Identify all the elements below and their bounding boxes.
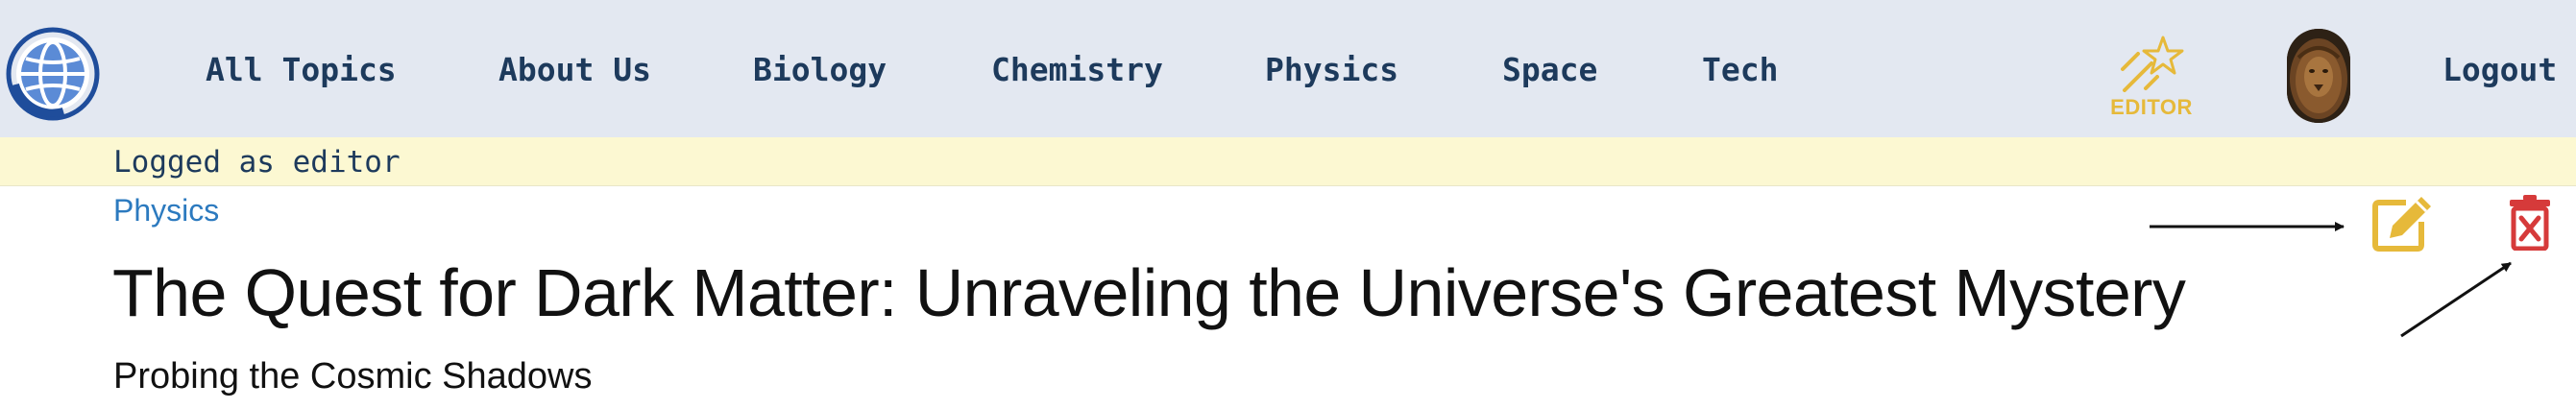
editor-badge[interactable]: EDITOR <box>2105 35 2198 123</box>
article-subtitle: Probing the Cosmic Shadows <box>113 356 593 397</box>
nav-tech[interactable]: Tech <box>1702 54 1778 85</box>
breadcrumb-category-link[interactable]: Physics <box>113 195 219 226</box>
user-avatar[interactable] <box>2287 29 2350 123</box>
lion-avatar-icon <box>2287 29 2350 123</box>
nav-biology[interactable]: Biology <box>753 54 887 85</box>
delete-button[interactable] <box>2508 193 2552 252</box>
article-title: The Quest for Dark Matter: Unraveling th… <box>112 255 2186 330</box>
trash-icon <box>2510 195 2550 252</box>
edit-button[interactable] <box>2369 193 2435 254</box>
magic-wand-icon <box>2121 36 2184 92</box>
editor-label: EDITOR <box>2110 95 2193 119</box>
logout-button[interactable]: Logout <box>2442 54 2557 85</box>
editor-notice-text: Logged as editor <box>113 145 401 180</box>
arrow-to-delete <box>2400 261 2512 338</box>
top-navigation-bar: All Topics About Us Biology Chemistry Ph… <box>0 0 2576 137</box>
nav-all-topics[interactable]: All Topics <box>206 54 397 85</box>
nav-space[interactable]: Space <box>1502 54 1597 85</box>
nav-about-us[interactable]: About Us <box>498 54 651 85</box>
globe-logo-icon[interactable] <box>6 27 100 121</box>
edit-icon <box>2372 197 2431 252</box>
nav-chemistry[interactable]: Chemistry <box>991 54 1163 85</box>
editor-notice-bar: Logged as editor <box>0 137 2576 186</box>
nav-physics[interactable]: Physics <box>1265 54 1398 85</box>
